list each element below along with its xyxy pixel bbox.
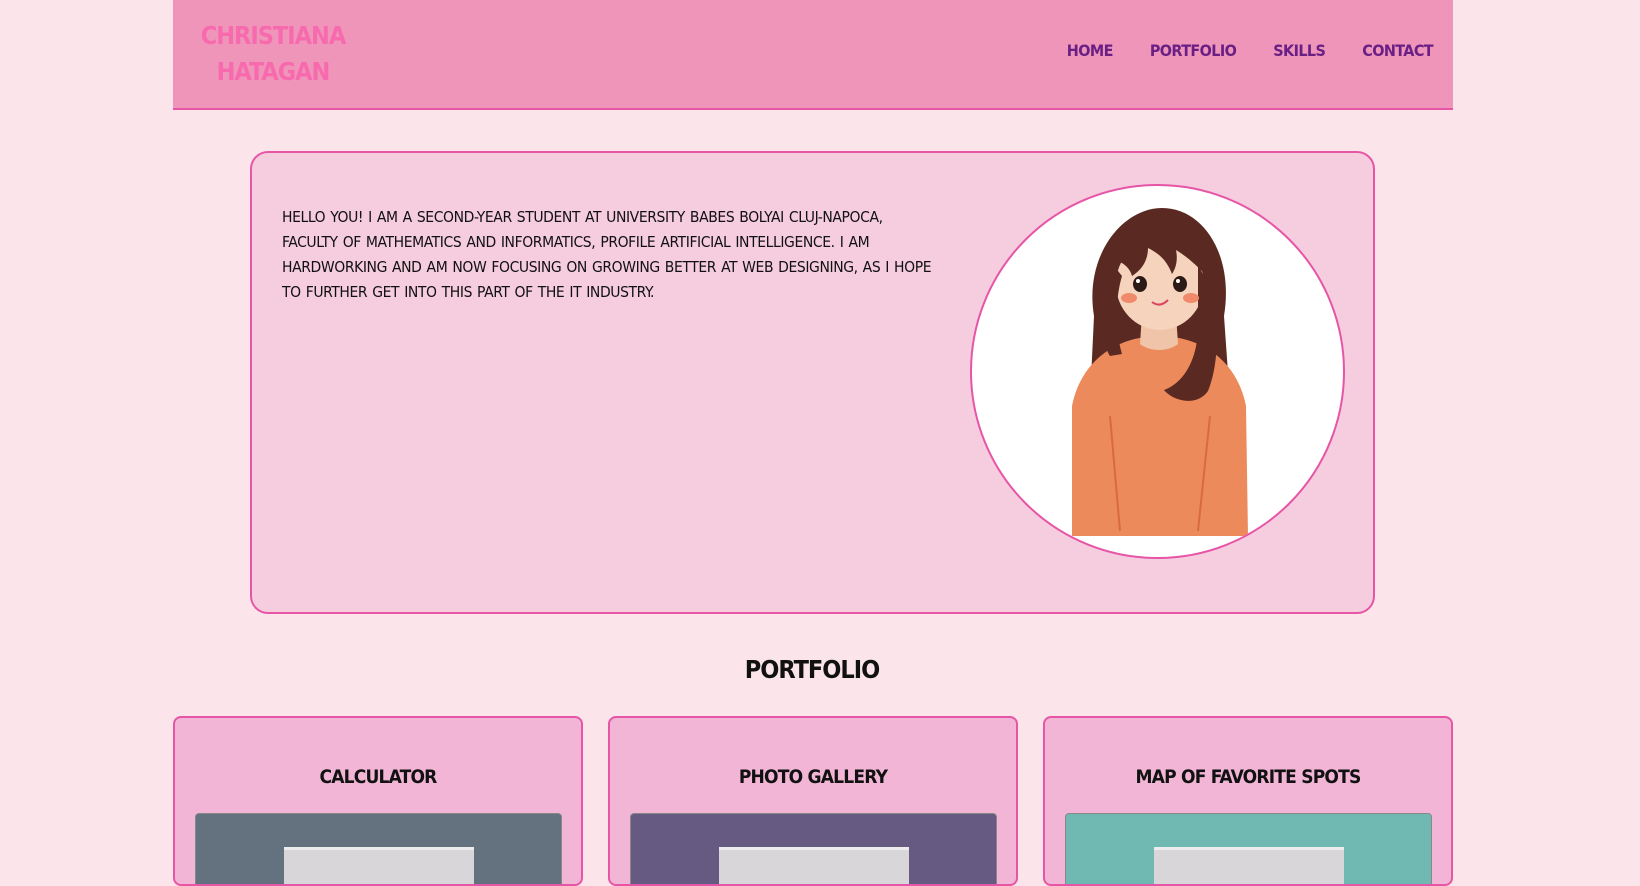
logo-line-1: CHRISTIANA	[200, 21, 347, 50]
preview-window	[1154, 847, 1344, 884]
site-header: CHRISTIANA HATAGAN HOME PORTFOLIO SKILLS…	[173, 0, 1453, 110]
project-preview-image[interactable]	[1065, 813, 1432, 884]
project-preview-image[interactable]	[195, 813, 562, 884]
preview-window	[284, 847, 474, 884]
nav-contact-link[interactable]: CONTACT	[1362, 41, 1433, 60]
nav-home-link[interactable]: HOME	[1067, 41, 1114, 60]
logo-line-2: HATAGAN	[216, 57, 331, 86]
portfolio-heading: PORTFOLIO	[744, 655, 880, 684]
project-card-calculator[interactable]: CALCULATOR	[173, 716, 583, 886]
intro-text: HELLO YOU! I AM A SECOND-YEAR STUDENT AT…	[282, 208, 932, 301]
main-nav: HOME PORTFOLIO SKILLS CONTACT	[1067, 41, 1434, 60]
project-card-map[interactable]: MAP OF FAVORITE SPOTS	[1043, 716, 1453, 886]
project-card-photo-gallery[interactable]: PHOTO GALLERY	[608, 716, 1018, 886]
preview-window	[719, 847, 909, 884]
nav-portfolio-link[interactable]: PORTFOLIO	[1150, 41, 1237, 60]
nav-skills-link[interactable]: SKILLS	[1273, 41, 1326, 60]
project-preview-image[interactable]	[630, 813, 997, 884]
girl-illustration-icon	[1072, 208, 1248, 536]
intro-card: HELLO YOU! I AM A SECOND-YEAR STUDENT AT…	[250, 151, 1375, 614]
project-title: MAP OF FAVORITE SPOTS	[1135, 766, 1361, 788]
avatar	[970, 184, 1345, 559]
site-logo[interactable]: CHRISTIANA HATAGAN	[173, 18, 373, 90]
project-title: PHOTO GALLERY	[738, 766, 888, 788]
project-title: CALCULATOR	[319, 766, 437, 788]
